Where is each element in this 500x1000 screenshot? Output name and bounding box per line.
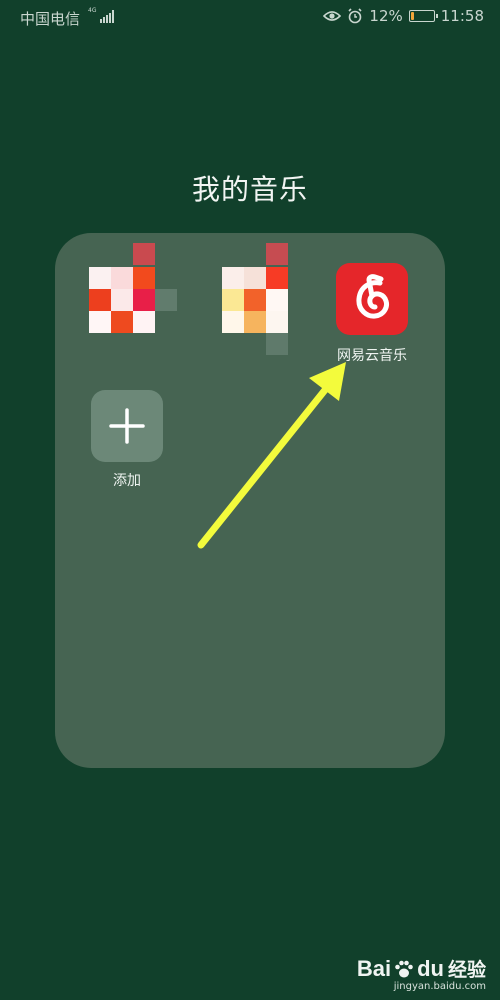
signal-icon bbox=[100, 10, 114, 23]
battery-percent-label: 12% bbox=[369, 7, 403, 25]
blurred-app-icon bbox=[222, 243, 312, 355]
baidu-jingyan-watermark: Bai du 经验 jingyan.baidu.com bbox=[356, 955, 486, 993]
clock-label: 11:58 bbox=[440, 7, 484, 25]
plus-icon bbox=[91, 390, 163, 462]
blurred-app-icon bbox=[89, 243, 179, 339]
paw-icon bbox=[395, 960, 413, 977]
app-label: 添加 bbox=[113, 473, 141, 489]
eye-icon bbox=[323, 11, 342, 21]
status-bar: 中国电信 4G 12% 11:58 bbox=[0, 0, 500, 36]
watermark-product: 经验 bbox=[447, 960, 486, 981]
watermark-url: jingyan.baidu.com bbox=[393, 981, 486, 992]
network-type-label: 4G bbox=[88, 7, 97, 14]
app-label: 网易云音乐 bbox=[337, 348, 407, 364]
watermark-logo-text: Bai bbox=[356, 955, 392, 981]
battery-icon bbox=[408, 10, 438, 22]
alarm-icon bbox=[348, 8, 362, 24]
watermark-logo-suffix: du bbox=[417, 955, 444, 981]
carrier-label: 中国电信 bbox=[20, 10, 81, 28]
folder-title[interactable]: 我的音乐 bbox=[0, 168, 500, 208]
netease-cloud-music-icon bbox=[336, 263, 408, 335]
battery-level-fill bbox=[410, 12, 414, 20]
